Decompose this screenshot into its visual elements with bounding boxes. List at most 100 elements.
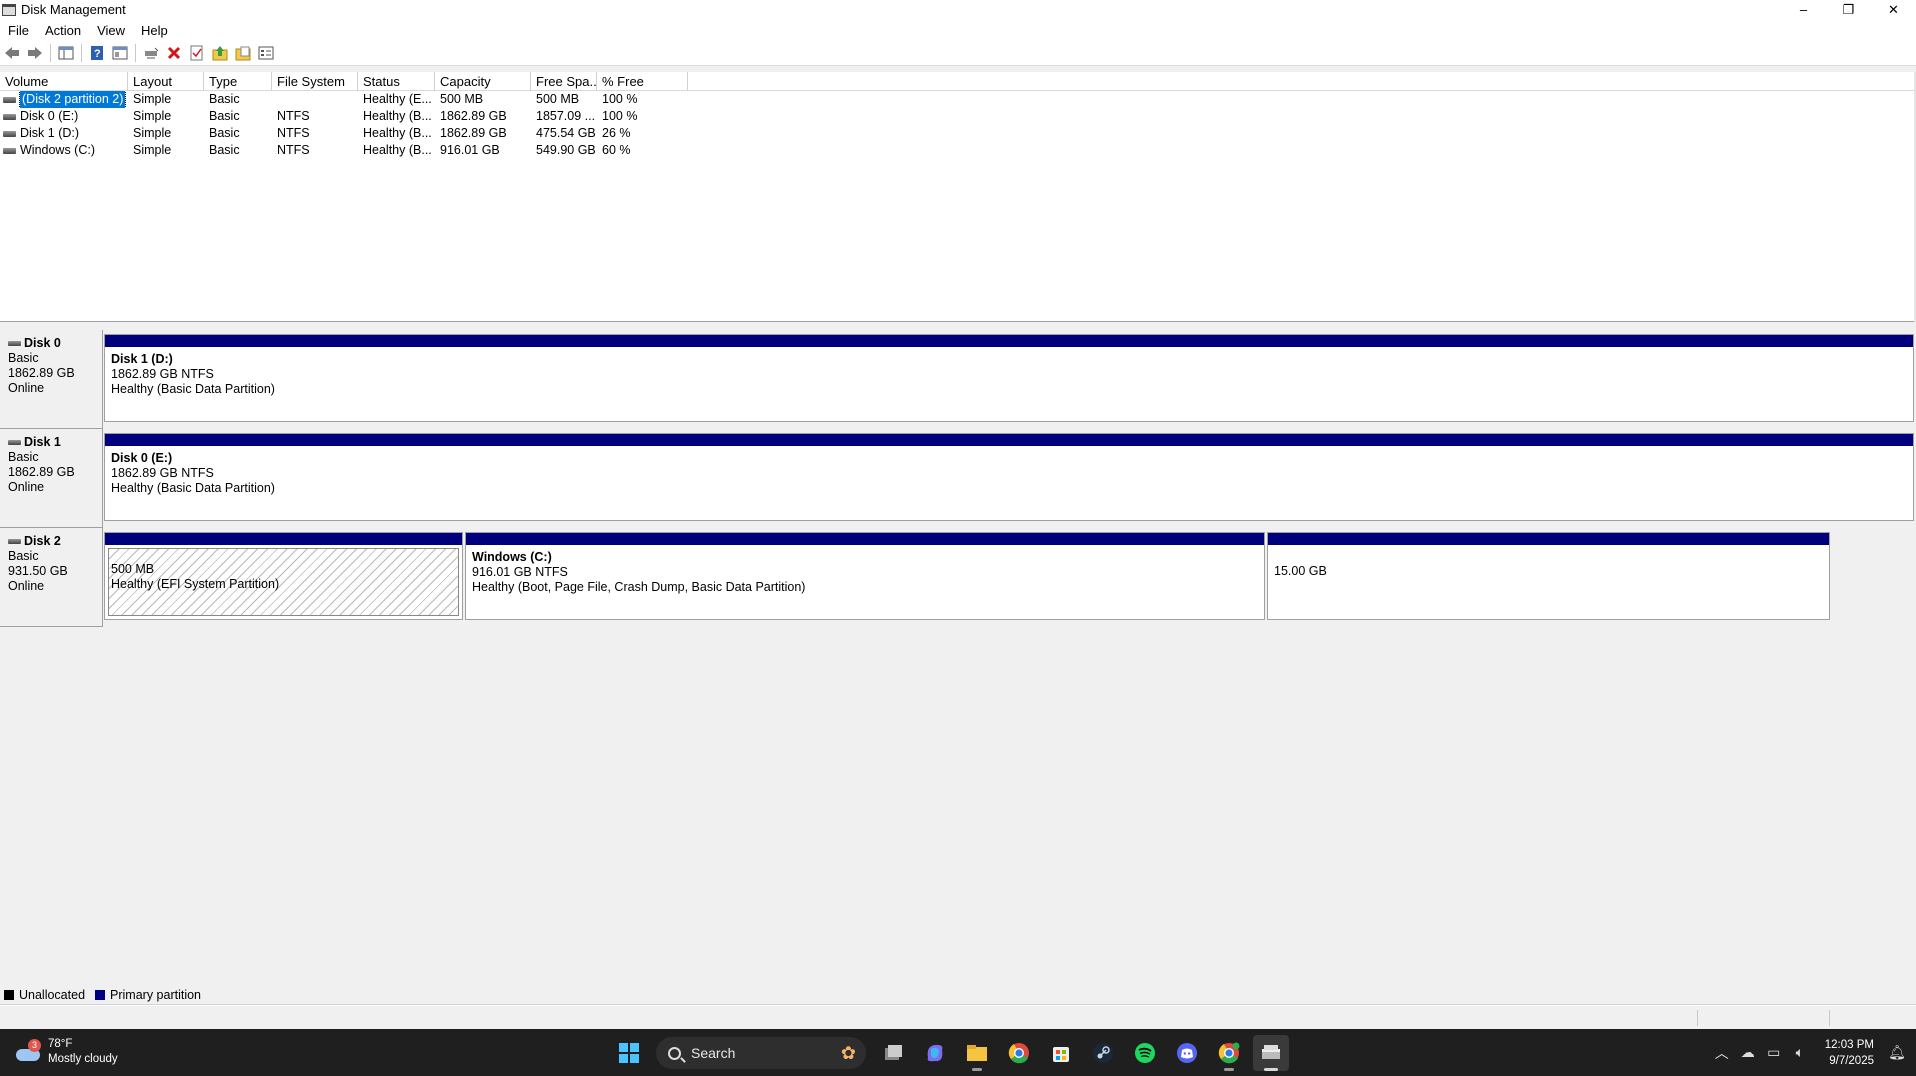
layout-cell: Simple	[133, 143, 172, 157]
menu-action[interactable]: Action	[37, 23, 89, 38]
legend-label: Unallocated	[19, 987, 86, 1002]
show-hide-console-tree-icon[interactable]	[56, 43, 76, 63]
menu-help[interactable]: Help	[133, 23, 176, 38]
column-layout[interactable]: Layout	[128, 72, 204, 91]
disk-size: 1862.89 GB	[8, 366, 75, 380]
weather-widget[interactable]: 3 78°F Mostly cloudy	[14, 1037, 118, 1067]
chrome-icon[interactable]	[1001, 1035, 1037, 1071]
back-icon[interactable]	[2, 43, 22, 63]
disk-name-row: Disk 0	[8, 336, 102, 351]
column-file-system[interactable]: File System	[272, 72, 358, 91]
volume-row[interactable]: Windows (C:) Simple Basic NTFS Healthy (…	[0, 142, 1916, 159]
up-folder-icon[interactable]	[210, 43, 230, 63]
column-volume[interactable]: Volume	[0, 72, 128, 91]
drive-icon	[3, 147, 16, 154]
chevron-up-icon[interactable]: ︿	[1709, 1043, 1735, 1063]
volume-row[interactable]: (Disk 2 partition 2) Simple Basic Health…	[0, 91, 1916, 108]
disk-type: Basic	[8, 549, 39, 563]
legend-unallocated: Unallocated	[4, 988, 85, 1002]
type-cell: Basic	[209, 126, 240, 140]
taskbar: 3 78°F Mostly cloudy Search ✿ ︿ ☁ ▭ 🔈︎ 1…	[0, 1029, 1916, 1076]
disk-info[interactable]: Disk 0 Basic 1862.89 GB Online	[0, 330, 103, 429]
partition-block[interactable]: Disk 0 (E:) 1862.89 GB NTFS Healthy (Bas…	[104, 433, 1914, 521]
steam-icon[interactable]	[1085, 1035, 1121, 1071]
capacity-cell: 1862.89 GB	[440, 109, 507, 123]
view-icon[interactable]	[256, 43, 276, 63]
check-icon[interactable]	[187, 43, 207, 63]
menu-file[interactable]: File	[0, 23, 37, 38]
help-icon[interactable]: ?	[87, 43, 107, 63]
column-type[interactable]: Type	[204, 72, 272, 91]
disk-management-icon[interactable]	[1253, 1035, 1289, 1071]
volume-icon[interactable]: 🔈︎	[1787, 1044, 1813, 1061]
notifications-bell-icon[interactable]: 🔔︎	[1884, 1044, 1910, 1061]
taskbar-search[interactable]: Search ✿	[656, 1037, 866, 1069]
disk-partitions: 500 MB Healthy (EFI System Partition) Wi…	[103, 528, 1830, 627]
status-bar	[0, 1005, 1916, 1029]
disk-state: Online	[8, 381, 45, 395]
file-explorer-icon[interactable]	[959, 1035, 995, 1071]
close-button[interactable]: ✕	[1871, 0, 1916, 19]
legend-primary-partition: Primary partition	[95, 988, 201, 1002]
file-system-cell: NTFS	[277, 143, 310, 157]
volume-list-header: Volume Layout Type File System Status Ca…	[0, 72, 1916, 91]
volume-name: Windows (C:)	[20, 143, 96, 157]
disk-management-app-icon	[2, 3, 16, 16]
legend-label: Primary partition	[110, 987, 202, 1002]
partition-body: Disk 0 (E:) 1862.89 GB NTFS Healthy (Bas…	[105, 446, 1913, 496]
partition-label: Disk 0 (E:)	[111, 451, 173, 465]
connect-icon[interactable]	[141, 43, 161, 63]
delete-icon[interactable]	[164, 43, 184, 63]
onedrive-cloud-icon[interactable]: ☁	[1735, 1044, 1761, 1061]
partition-block[interactable]: Disk 1 (D:) 1862.89 GB NTFS Healthy (Bas…	[104, 334, 1914, 422]
volume-row[interactable]: Disk 0 (E:) Simple Basic NTFS Healthy (B…	[0, 108, 1916, 125]
volume-cell: Windows (C:)	[0, 142, 128, 159]
disk-info[interactable]: Disk 2 Basic 931.50 GB Online	[0, 528, 103, 627]
spotify-icon[interactable]	[1127, 1035, 1163, 1071]
minimize-button[interactable]: –	[1781, 0, 1826, 19]
chrome-profile-icon[interactable]	[1211, 1035, 1247, 1071]
microsoft-store-icon[interactable]	[1043, 1035, 1079, 1071]
volume-cell: Disk 0 (E:)	[0, 108, 128, 125]
menu-view[interactable]: View	[89, 23, 133, 38]
free-space-cell: 549.90 GB	[536, 143, 596, 157]
toolbar-separator	[50, 44, 51, 62]
clock[interactable]: 12:03 PM 9/7/2025	[1825, 1037, 1874, 1069]
column-free-space[interactable]: Free Spa...	[531, 72, 597, 91]
primary-partition-bar	[105, 434, 1913, 446]
primary-partition-bar	[1268, 533, 1829, 545]
forward-icon[interactable]	[25, 43, 45, 63]
type-cell: Basic	[209, 143, 240, 157]
copilot-icon[interactable]	[917, 1035, 953, 1071]
network-icon[interactable]: ▭	[1761, 1044, 1787, 1061]
disk-icon	[8, 440, 21, 445]
column-percent-free[interactable]: % Free	[597, 72, 688, 91]
disk-info[interactable]: Disk 1 Basic 1862.89 GB Online	[0, 429, 103, 528]
open-icon[interactable]	[233, 43, 253, 63]
legend-swatch-primary	[95, 989, 106, 1000]
discord-icon[interactable]	[1169, 1035, 1205, 1071]
window-controls: – ❐ ✕	[1781, 0, 1916, 19]
percent-free-cell: 26 %	[602, 126, 631, 140]
restore-button[interactable]: ❐	[1826, 0, 1871, 19]
properties-icon[interactable]	[110, 43, 130, 63]
disk-size: 1862.89 GB	[8, 465, 75, 479]
task-view-icon[interactable]	[875, 1035, 911, 1071]
disk-type: Basic	[8, 450, 39, 464]
volume-row[interactable]: Disk 1 (D:) Simple Basic NTFS Healthy (B…	[0, 125, 1916, 142]
status-cell: Healthy (B...	[363, 126, 432, 140]
free-space-cell: 475.54 GB	[536, 126, 596, 140]
column-capacity[interactable]: Capacity	[435, 72, 531, 91]
disk-row-1: Disk 1 Basic 1862.89 GB Online Disk 0 (E…	[0, 429, 1915, 528]
search-highlight-icon: ✿	[840, 1043, 856, 1063]
start-icon[interactable]	[611, 1035, 647, 1071]
recovery-partition-block[interactable]: 15.00 GB	[1267, 532, 1830, 620]
column-status[interactable]: Status	[358, 72, 435, 91]
partition-status: Healthy (Boot, Page File, Crash Dump, Ba…	[472, 580, 806, 594]
free-space-cell: 1857.09 ...	[536, 109, 596, 123]
capacity-cell: 1862.89 GB	[440, 126, 507, 140]
efi-partition-block[interactable]: 500 MB Healthy (EFI System Partition)	[104, 532, 463, 620]
windows-partition-block[interactable]: Windows (C:) 916.01 GB NTFS Healthy (Boo…	[465, 532, 1265, 620]
disk-row-2: Disk 2 Basic 931.50 GB Online 500 MB Hea…	[0, 528, 1830, 627]
running-indicator	[972, 1068, 982, 1071]
